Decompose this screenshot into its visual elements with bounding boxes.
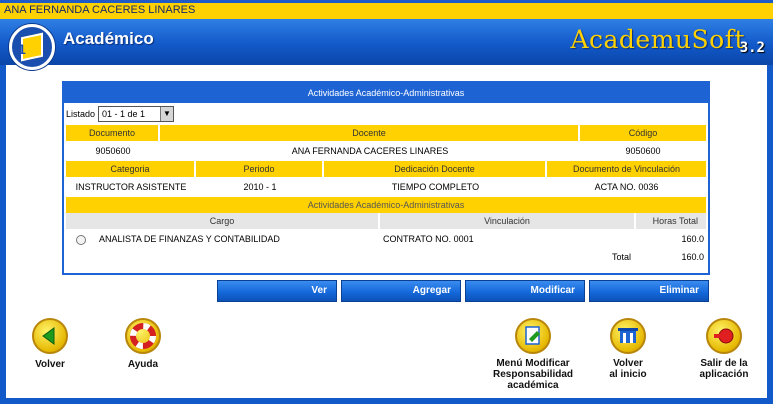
header-vinculacion-doc: Documento de Vinculación — [547, 161, 706, 177]
activity-cargo: ANALISTA DE FINANZAS Y CONTABILIDAD — [99, 234, 280, 244]
total-label: Total — [612, 252, 632, 262]
value-docente: ANA FERNANDA CACERES LINARES — [291, 146, 449, 156]
lifebuoy-icon — [125, 318, 161, 354]
volver-label: Volver — [35, 359, 65, 370]
salir-label-1: Salir de la — [700, 358, 748, 369]
frame-right-border — [767, 65, 773, 404]
chevron-down-icon[interactable]: ▼ — [160, 107, 173, 121]
app-header: Académico AcademuSoft 3.2 — [0, 19, 773, 65]
doc-header-row: Documento Docente Código — [66, 125, 706, 141]
table-row: ANALISTA DE FINANZAS Y CONTABILIDAD CONT… — [66, 229, 706, 249]
total-row: Total 160.0 — [66, 249, 706, 269]
header-categoria: Categoria — [66, 161, 196, 177]
exit-door-icon — [706, 318, 742, 354]
listado-value: 01 - 1 de 1 — [102, 109, 146, 119]
salir-button[interactable]: Salir de la aplicación — [681, 318, 767, 380]
value-vinculacion-doc: ACTA NO. 0036 — [594, 182, 659, 192]
home-icon — [610, 318, 646, 354]
volver-inicio-label-2: al inicio — [609, 369, 647, 380]
user-name: ANA FERNANDA CACERES LINARES — [4, 4, 196, 16]
header-cargo: Cargo — [66, 213, 380, 229]
ayuda-label: Ayuda — [127, 359, 159, 370]
activities-panel: Actividades Académico-Administrativas Li… — [62, 81, 710, 275]
volver-inicio-button[interactable]: Volver al inicio — [585, 318, 671, 380]
listado-label: Listado — [66, 109, 96, 119]
panel-title: Actividades Académico-Administrativas — [64, 83, 708, 103]
ayuda-button[interactable]: Ayuda — [100, 318, 186, 370]
frame-left-border — [0, 65, 6, 404]
agregar-button[interactable]: Agregar — [341, 280, 461, 302]
brand-logo-text: AcademuSoft — [570, 25, 745, 54]
modificar-button[interactable]: Modificar — [465, 280, 585, 302]
category-value-row: INSTRUCTOR ASISTENTE 2010 - 1 TIEMPO COM… — [66, 177, 706, 197]
listado-row: Listado 01 - 1 de 1 ▼ — [64, 103, 708, 125]
header-documento: Documento — [66, 125, 160, 141]
volver-inicio-label-1: Volver — [613, 358, 643, 369]
value-codigo: 9050600 — [625, 146, 661, 156]
category-header-row: Categoria Periodo Dedicación Docente Doc… — [66, 161, 706, 177]
value-categoria: INSTRUCTOR ASISTENTE — [75, 182, 187, 192]
header-docente: Docente — [160, 125, 580, 141]
header-dedicacion: Dedicación Docente — [324, 161, 547, 177]
value-dedicacion: TIEMPO COMPLETO — [391, 182, 480, 192]
frame-bottom-border — [0, 398, 773, 404]
header-horas-total: Horas Total — [636, 213, 706, 229]
doc-value-row: 9050600 ANA FERNANDA CACERES LINARES 905… — [66, 141, 706, 161]
menu-modificar-label-3: académica — [507, 380, 559, 391]
app-logo-icon: 1 — [9, 24, 55, 70]
edit-document-icon — [515, 318, 551, 354]
activity-horas: 160.0 — [681, 234, 704, 244]
header-periodo: Periodo — [196, 161, 324, 177]
user-name-bar: ANA FERNANDA CACERES LINARES — [0, 0, 773, 19]
left-arrow-icon — [32, 318, 68, 354]
ver-button[interactable]: Ver — [217, 280, 337, 302]
activities-header-row: Cargo Vinculación Horas Total — [66, 213, 706, 229]
activity-radio[interactable] — [76, 235, 86, 245]
brand-version: 3.2 — [739, 40, 765, 56]
menu-modificar-label-2: Responsabilidad — [492, 369, 573, 380]
value-periodo: 2010 - 1 — [243, 182, 277, 192]
activities-subtitle: Actividades Académico-Administrativas — [66, 197, 706, 213]
page-title: Académico — [63, 29, 154, 48]
volver-button[interactable]: Volver — [7, 318, 93, 370]
header-vinculacion: Vinculación — [380, 213, 636, 229]
value-documento: 9050600 — [95, 146, 131, 156]
total-value: 160.0 — [681, 252, 704, 262]
menu-modificar-button[interactable]: Menú Modificar Responsabilidad académica — [490, 318, 576, 391]
eliminar-button[interactable]: Eliminar — [589, 280, 709, 302]
listado-select[interactable]: 01 - 1 de 1 ▼ — [98, 106, 174, 122]
activity-vinculacion: CONTRATO NO. 0001 — [383, 234, 474, 244]
header-codigo: Código — [580, 125, 706, 141]
menu-modificar-label-1: Menú Modificar — [496, 358, 570, 369]
salir-label-2: aplicación — [699, 369, 749, 380]
